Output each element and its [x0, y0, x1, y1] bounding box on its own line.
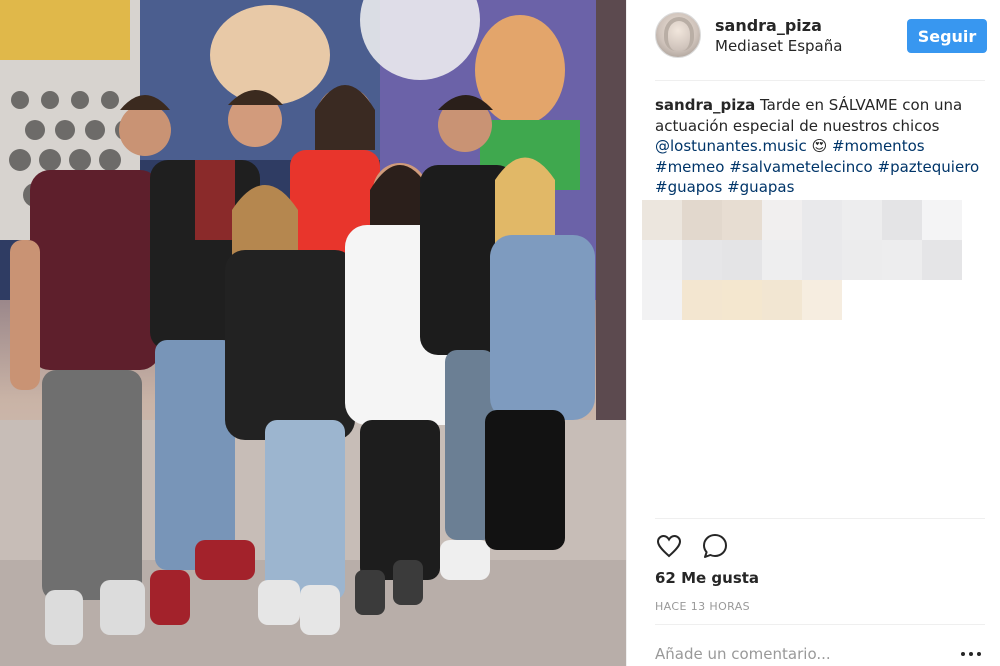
hashtag-link[interactable]: #salvametelecinco: [729, 158, 873, 176]
hashtag-link[interactable]: #paztequiero: [878, 158, 980, 176]
divider: [655, 80, 985, 81]
hashtag-link[interactable]: #guapos: [655, 178, 722, 196]
post-caption: sandra_piza Tarde en SÁLVAME con una act…: [655, 95, 995, 198]
comment-input[interactable]: [655, 642, 935, 666]
location-link[interactable]: Mediaset España: [715, 37, 842, 55]
avatar[interactable]: [655, 12, 701, 58]
emoji: 😍: [806, 137, 832, 155]
likes-count[interactable]: 62 Me gusta: [655, 569, 759, 587]
divider: [655, 624, 985, 625]
hashtag-link[interactable]: #momentos: [832, 137, 925, 155]
divider: [655, 518, 985, 519]
post-photo[interactable]: [0, 0, 626, 666]
more-options-icon[interactable]: [961, 646, 985, 662]
mention-link[interactable]: @lostunantes.music: [655, 137, 807, 155]
post-side-panel: sandra_piza Mediaset España Seguir sandr…: [626, 0, 1000, 666]
heart-icon[interactable]: [655, 532, 683, 560]
hashtag-link[interactable]: #memeo: [655, 158, 724, 176]
caption-username[interactable]: sandra_piza: [655, 96, 755, 114]
post-header: sandra_piza Mediaset España Seguir: [655, 12, 987, 68]
post-timestamp[interactable]: HACE 13 HORAS: [655, 600, 750, 613]
hashtag-link[interactable]: #guapas: [727, 178, 794, 196]
username-link[interactable]: sandra_piza: [715, 16, 822, 35]
comment-bubble-icon[interactable]: [701, 532, 729, 560]
post-actions: [655, 532, 755, 560]
follow-button[interactable]: Seguir: [907, 19, 987, 53]
group-photo-illustration: [0, 0, 626, 666]
pixelated-comments: [642, 200, 962, 320]
